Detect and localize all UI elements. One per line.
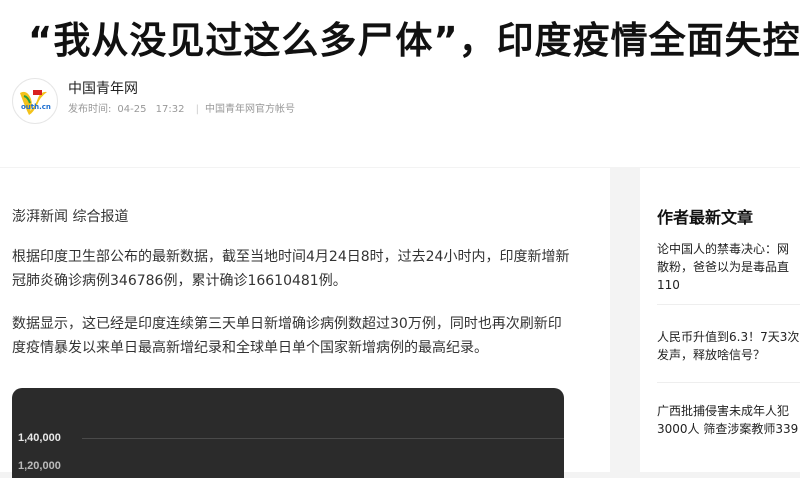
article-title: “我从没见过这么多尸体”，印度疫情全面失控 [28, 19, 800, 62]
sidebar-heading: 作者最新文章 [657, 208, 754, 227]
youth-logo-icon: outh.cn [20, 90, 51, 115]
publish-date: 04-25 [117, 104, 147, 115]
publish-label: 发布时间: [68, 104, 112, 115]
sidebar-article-line: 广西批捕侵害未成年人犯 [657, 404, 790, 418]
article-chart-image: 1,40,000 1,20,000 [12, 388, 564, 478]
article-header: “我从没见过这么多尸体”，印度疫情全面失控 outh.cn 中国青年网 发布时间… [0, 0, 800, 203]
chart-tick-label: 1,40,000 [18, 432, 61, 444]
sidebar-article-line: 人民币升值到6.3！7天3次 [657, 330, 800, 344]
paragraph: 根据印度卫生部公布的最新数据，截至当地时间4月24日8时，过去24小时内，印度新… [12, 249, 570, 289]
divider [657, 304, 800, 305]
account-label: 中国青年网官方帐号 [205, 104, 296, 115]
sidebar-article-line: 3000人 筛查涉案教师339 [657, 422, 799, 436]
sidebar-article-link[interactable]: 广西批捕侵害未成年人犯 3000人 筛查涉案教师339 [657, 402, 800, 438]
chart-gridline [82, 438, 564, 439]
publish-time: 17:32 [155, 104, 185, 115]
meta-divider: | [195, 104, 200, 115]
author-latest-sidebar: 作者最新文章 论中国人的禁毒决心：网 散粉，爸爸以为是毒品直 110 人民币升值… [640, 168, 800, 472]
sidebar-article-line: 110 [657, 278, 680, 292]
author-avatar[interactable]: outh.cn [12, 78, 71, 203]
publish-meta: 发布时间: 04-25 17:32 | 中国青年网官方帐号 [68, 100, 301, 115]
sidebar-article-line: 发声，释放啥信号？ [657, 348, 766, 362]
author-name[interactable]: 中国青年网 [68, 78, 138, 98]
paragraph: 数据显示，这已经是印度连续第三天单日新增确诊病例数超过30万例，同时也再次刷新印… [12, 316, 562, 356]
sidebar-article-line: 论中国人的禁毒决心：网 [657, 242, 790, 256]
article-body: 澎湃新闻 综合报道 根据印度卫生部公布的最新数据，截至当地时间4月24日8时，过… [0, 168, 610, 478]
logo-text: outh.cn [21, 103, 51, 111]
sidebar-article-line: 散粉，爸爸以为是毒品直 [657, 260, 790, 274]
chart-tick-label: 1,20,000 [18, 460, 61, 472]
divider [657, 382, 800, 383]
source-line: 澎湃新闻 综合报道 [12, 209, 129, 225]
sidebar-article-link[interactable]: 论中国人的禁毒决心：网 散粉，爸爸以为是毒品直 110 [657, 240, 800, 294]
sidebar-article-link[interactable]: 人民币升值到6.3！7天3次 发声，释放啥信号？ [657, 328, 800, 364]
